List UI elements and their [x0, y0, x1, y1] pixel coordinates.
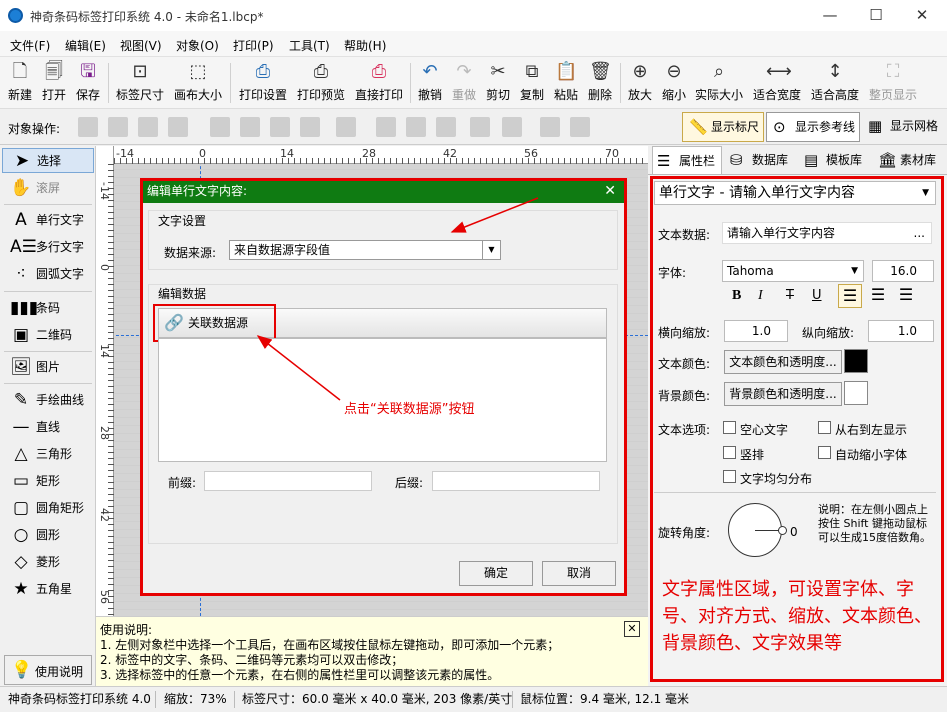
- status-zoom: 缩放：73%: [164, 692, 227, 706]
- arrow-to-datasource: [450, 197, 539, 233]
- status-divider: [234, 691, 235, 708]
- arrow-to-link-button: [256, 335, 341, 401]
- annotation-arrows: [256, 197, 539, 401]
- status-bar: 神奇条码标签打印系统 4.0 缩放：73% 标签尺寸：60.0 毫米 x 40.…: [0, 686, 947, 712]
- status-divider: [512, 691, 513, 708]
- status-divider: [155, 691, 156, 708]
- status-app: 神奇条码标签打印系统 4.0: [8, 692, 151, 706]
- status-label-size: 标签尺寸：60.0 毫米 x 40.0 毫米, 203 像素/英寸: [242, 692, 513, 706]
- status-mouse-pos: 鼠标位置：9.4 毫米, 12.1 毫米: [520, 692, 690, 706]
